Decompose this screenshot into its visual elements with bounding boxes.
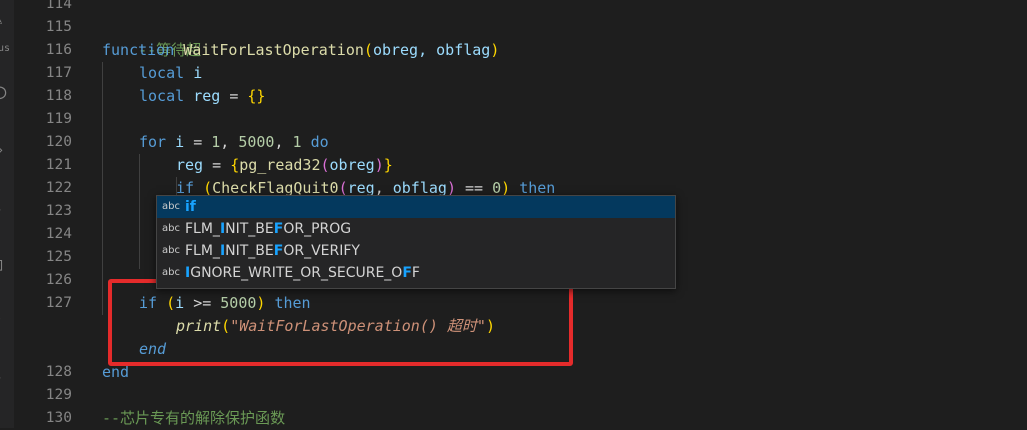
suggestion-item[interactable]: abc FLM_INIT_BEFOR_PROG [157, 218, 675, 240]
annotation-highlight-box [108, 279, 573, 366]
line-number: 116 [45, 42, 72, 58]
source-control-icon[interactable]: ◇ [0, 143, 2, 157]
code-line-130: --芯片专有的解除保护函数 [102, 407, 285, 430]
variable: reg [193, 87, 221, 105]
line-number-gutter: 114 115 116 117 118 119 120 121 122 123 … [14, 0, 76, 428]
remote-icon[interactable]: › [0, 312, 2, 326]
autocomplete-suggest-widget[interactable]: abc if abc FLM_INIT_BEFOR_PROG abc FLM_I… [156, 195, 676, 289]
params: obreg, obflag [372, 41, 491, 59]
line-number: 123 [45, 203, 72, 219]
suggestion-label: FLM_INIT_BEFOR_PROG [185, 221, 352, 237]
text-abc-icon: abc [162, 267, 180, 278]
suggestion-label: FLM_INIT_BEFOR_VERIFY [185, 243, 360, 259]
line-number: 128 [45, 364, 72, 380]
extensions-icon[interactable]: ▯ [0, 256, 5, 274]
variable: i [175, 133, 185, 151]
keyword: local [139, 64, 185, 82]
function-call: pg_read32 [239, 156, 321, 174]
line-number: 125 [45, 249, 72, 265]
suggestion-item[interactable]: abc if [157, 196, 675, 218]
code-line-117: local i [139, 62, 202, 85]
line-number: 117 [45, 65, 72, 81]
keyword: function [102, 41, 175, 59]
activity-partial-label: us [0, 43, 11, 54]
number: 1 [211, 133, 221, 151]
text-abc-icon: abc [162, 201, 180, 212]
number: 1 [292, 133, 302, 151]
dot-icon[interactable]: • [0, 204, 2, 218]
explorer-icon[interactable]: ✎ [0, 14, 2, 28]
suggestion-label: IGNORE_WRITE_OR_SECURE_OFF [185, 265, 420, 281]
keyword: do [310, 133, 329, 151]
suggestion-label: if [185, 199, 196, 215]
line-number: 121 [45, 157, 72, 173]
line-number: 130 [45, 410, 72, 426]
code-line-116: function WaitForLastOperation(obreg, obf… [102, 41, 500, 59]
activity-bar: ✎ us ◯ ◇ • ▯ › • [0, 0, 14, 428]
code-line-121: reg = {pg_read32(obreg)} [176, 156, 393, 174]
line-number: 127 [45, 295, 72, 311]
line-number: 118 [45, 88, 72, 104]
line-number: 115 [45, 19, 72, 35]
line-number: 119 [45, 111, 72, 127]
code-line-118: local reg = {} [139, 87, 266, 105]
brace: {} [247, 87, 266, 105]
line-number: 129 [45, 387, 72, 403]
variable: i [193, 64, 203, 82]
line-number: 120 [45, 134, 72, 150]
keyword: local [139, 87, 185, 105]
code-line-120: for i = 1, 5000, 1 do [139, 133, 329, 151]
suggestion-item[interactable]: abc FLM_INIT_BEFOR_VERIFY [157, 240, 675, 262]
line-number: 114 [45, 0, 72, 12]
number: 5000 [238, 133, 275, 151]
keyword: for [139, 133, 167, 151]
text-abc-icon: abc [162, 245, 180, 256]
text-abc-icon: abc [162, 223, 180, 234]
ellipsis-icon[interactable]: • [0, 372, 2, 386]
argument: obreg [329, 156, 375, 174]
indent-guide [102, 62, 103, 315]
line-number: 122 [45, 180, 72, 196]
variable: reg [176, 156, 204, 174]
indent-guide [139, 154, 140, 269]
circle-icon[interactable]: ◯ [0, 81, 6, 101]
function-name: WaitForLastOperation [183, 41, 364, 59]
suggestion-item[interactable]: abc IGNORE_WRITE_OR_SECURE_OFF [157, 262, 675, 284]
line-number: 126 [45, 272, 72, 288]
comment: --芯片专有的解除保护函数 [102, 409, 286, 427]
line-number: 124 [45, 226, 72, 242]
